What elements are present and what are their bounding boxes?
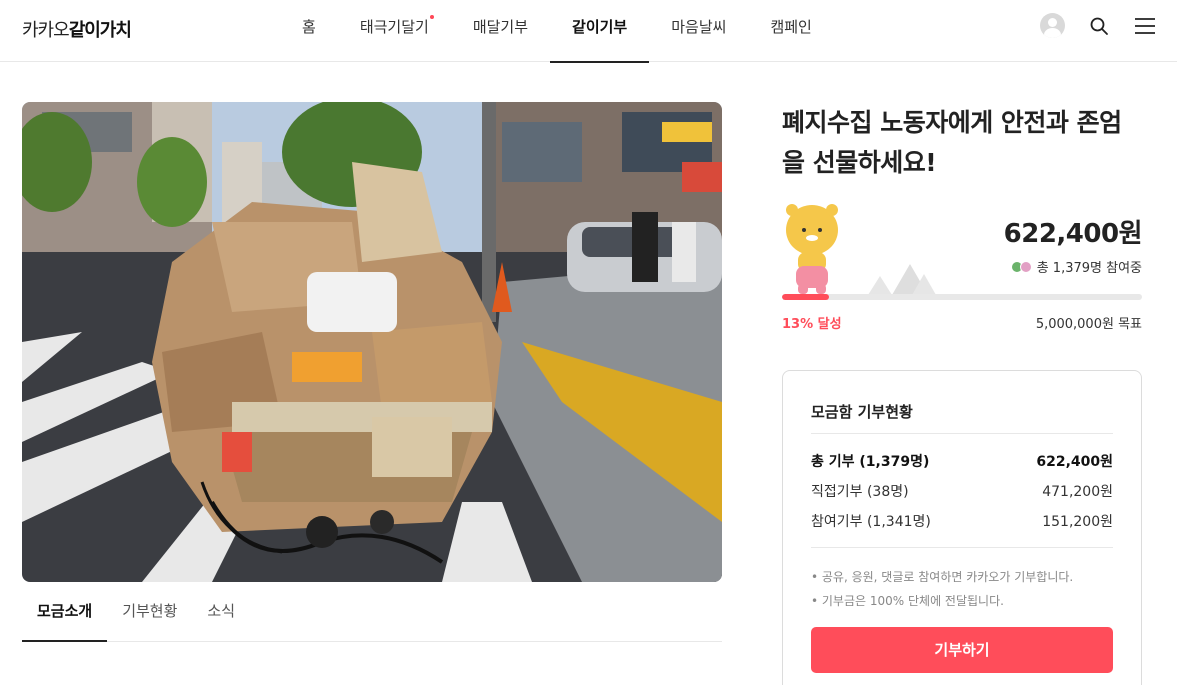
row-value: 471,200원 <box>1042 484 1113 500</box>
raised-amount: 622,400원 <box>1003 219 1143 249</box>
card-divider <box>811 547 1113 548</box>
nav-item-flag[interactable]: 태극기달기 <box>338 0 451 62</box>
main-nav: 홈 태극기달기 매달기부 같이기부 마음날씨 캠페인 <box>280 0 834 63</box>
nav-item-campaign[interactable]: 캠페인 <box>748 0 833 62</box>
content-tabs: 모금소개 기부현황 소식 <box>22 588 722 642</box>
tab-label: 기부현황 <box>122 602 178 620</box>
goal-amount-label: 5,000,000원 목표 <box>1035 317 1142 332</box>
nav-label: 캠페인 <box>770 18 812 36</box>
menu-icon[interactable] <box>1133 14 1157 38</box>
row-label: 총 기부 (1,379명) <box>811 454 930 470</box>
card-divider <box>811 433 1113 434</box>
header-actions <box>1040 13 1157 38</box>
logo-text-gachi: 같이가치 <box>68 20 132 41</box>
campaign-title: 폐지수집 노동자에게 안전과 존엄을 선물하세요! <box>782 108 1122 177</box>
participant-text: 총 1,379명 참여중 <box>1036 261 1142 276</box>
search-icon[interactable] <box>1087 14 1111 38</box>
tab-label: 모금소개 <box>37 602 93 620</box>
row-label: 참여기부 (1,341명) <box>811 514 931 530</box>
nav-label: 태극기달기 <box>359 18 429 36</box>
note-item: • 기부금은 100% 단체에 전달됩니다. <box>811 594 1004 608</box>
donation-notes: • 공유, 응원, 댓글로 참여하면 카카오가 기부합니다. • 기부금은 10… <box>811 565 1073 613</box>
site-logo[interactable]: 카카오같이가치 <box>22 16 132 42</box>
tab-news[interactable]: 소식 <box>192 588 250 641</box>
ryan-character-icon <box>782 200 842 296</box>
nav-label: 홈 <box>302 18 316 36</box>
donation-row-total: 총 기부 (1,379명) 622,400원 <box>811 451 1113 471</box>
note-item: • 공유, 응원, 댓글로 참여하면 카카오가 기부합니다. <box>811 570 1074 584</box>
mountains-icon <box>868 264 936 295</box>
row-label: 직접기부 (38명) <box>811 484 909 500</box>
donation-row-direct: 직접기부 (38명) 471,200원 <box>811 481 1113 501</box>
donate-button[interactable]: 기부하기 <box>811 627 1113 673</box>
tab-intro[interactable]: 모금소개 <box>22 588 108 642</box>
progress-percent-label: 13% 달성 <box>782 317 842 332</box>
donation-status-card: 모금함 기부현황 총 기부 (1,379명) 622,400원 직접기부 (38… <box>782 370 1142 685</box>
participant-avatars <box>1010 260 1032 273</box>
row-value: 622,400원 <box>1036 454 1113 470</box>
top-header: 카카오같이가치 홈 태극기달기 매달기부 같이기부 마음날씨 캠페인 <box>0 0 1177 63</box>
logo-text-kakao: 카카오 <box>22 20 70 41</box>
nav-label: 마음날씨 <box>671 18 727 36</box>
nav-item-weather[interactable]: 마음날씨 <box>649 0 748 62</box>
profile-avatar[interactable] <box>1040 13 1065 38</box>
nav-label: 같이기부 <box>572 18 628 36</box>
tab-label: 소식 <box>207 602 236 620</box>
nav-label: 매달기부 <box>472 18 529 36</box>
donation-row-participation: 참여기부 (1,341명) 151,200원 <box>811 511 1113 531</box>
nav-item-home[interactable]: 홈 <box>280 0 338 62</box>
participant-count: 총 1,379명 참여중 <box>1010 257 1142 276</box>
new-dot-icon <box>429 15 434 19</box>
row-value: 151,200원 <box>1042 514 1113 530</box>
nav-item-monthly[interactable]: 매달기부 <box>451 0 550 62</box>
nav-item-together[interactable]: 같이기부 <box>550 0 650 63</box>
tab-donation-status[interactable]: 기부현황 <box>107 588 192 641</box>
campaign-hero-image <box>22 102 722 582</box>
progress-bar <box>782 294 1142 300</box>
card-title: 모금함 기부현황 <box>811 403 913 421</box>
progress-bar-fill <box>782 294 829 300</box>
